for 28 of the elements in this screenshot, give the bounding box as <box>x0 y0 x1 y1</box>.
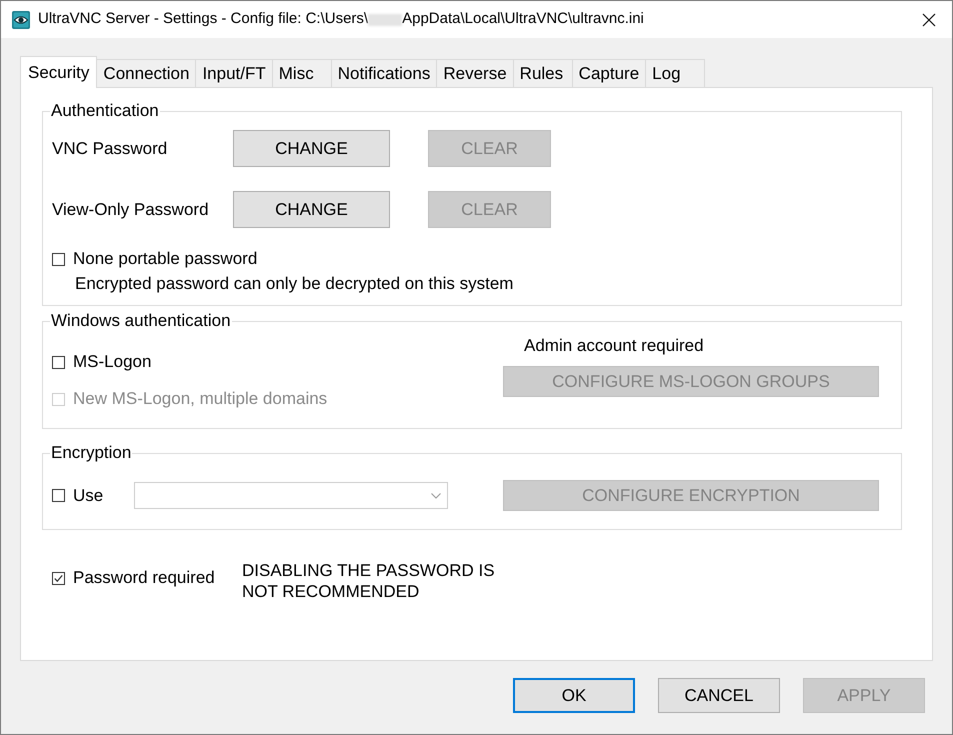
checkbox[interactable] <box>52 252 65 266</box>
change-button[interactable]: CHANGE <box>233 191 390 228</box>
checkbox-label[interactable]: Use <box>73 482 104 508</box>
checkbox-label[interactable]: MS-Logon <box>73 349 152 375</box>
config-file-path: AppData\Local\UltraVNC\ultravnc.ini <box>402 9 644 30</box>
group-title: Encryption <box>50 443 132 463</box>
cancel-button[interactable]: CANCEL <box>658 678 780 713</box>
warning-text: DISABLING THE PASSWORD IS NOT RECOMMENDED <box>242 560 496 602</box>
note-text: Admin account required <box>523 336 705 356</box>
blurred-text <box>368 14 402 26</box>
checkbox[interactable] <box>52 356 65 368</box>
chevron-down-icon <box>431 492 441 498</box>
checkbox-label[interactable]: Password required <box>73 565 215 591</box>
close-icon <box>922 12 936 26</box>
note-text: Encrypted password can only be decrypted on this system <box>75 274 514 294</box>
field-label: View-Only Password <box>52 198 210 221</box>
tab[interactable]: Security <box>20 56 98 88</box>
tab[interactable]: Log <box>645 59 706 87</box>
checkbox[interactable] <box>52 572 65 584</box>
group-title: Authentication <box>50 101 160 121</box>
change-button[interactable]: CHANGE <box>233 130 390 167</box>
eye-icon <box>12 10 30 28</box>
checkbox-label[interactable]: None portable password <box>73 246 258 272</box>
group-title: Windows authentication <box>50 311 232 331</box>
window-title: UltraVNC Server - Settings - Config file: C:\Users\ <box>38 9 368 30</box>
ok-button[interactable]: OK <box>513 678 635 713</box>
checkbox[interactable] <box>52 489 65 502</box>
field-label: VNC Password <box>52 138 168 160</box>
